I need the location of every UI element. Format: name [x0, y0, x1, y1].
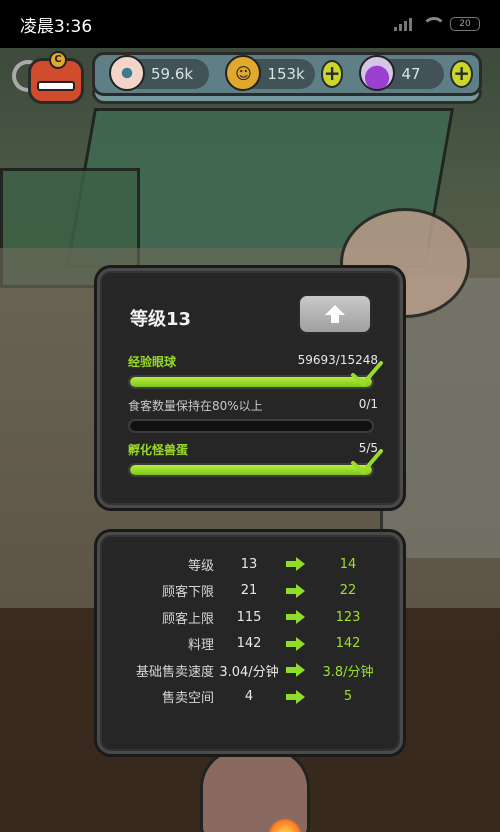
signal-icon [394, 17, 412, 31]
progress-bar [128, 419, 374, 433]
restaurant-logo-icon: C [28, 51, 84, 104]
stat-next: 14 [339, 556, 357, 572]
status-time: 凌晨3:36 [20, 16, 93, 37]
coin-badge-icon: C [49, 51, 67, 69]
stat-row: 顾客下限 21 22 [118, 578, 388, 605]
coin-count: 153k [267, 65, 305, 83]
eye-resource: 59.6k [109, 55, 210, 91]
stat-row: 顾客上限 115 123 [118, 604, 388, 631]
progress-bar [128, 375, 374, 389]
coin-resource: ☺ 153k [225, 55, 315, 91]
stat-next: 142 [335, 636, 361, 652]
requirement-label: 食客数量保持在80%以上 [128, 399, 263, 413]
potion-count: 47 [401, 65, 421, 83]
resource-bar: 59.6k ☺ 153k + 47 + [92, 52, 482, 96]
stat-name: 顾客下限 [161, 585, 214, 601]
eyeball-icon [109, 55, 145, 91]
level-title: 等级13 [130, 309, 192, 330]
requirement-label: 经验眼球 [128, 355, 177, 369]
arrow-right-icon [284, 610, 308, 625]
stat-current: 13 [240, 556, 258, 572]
restaurant-menu-button[interactable]: C [6, 51, 90, 106]
potion-icon [359, 55, 396, 91]
battery-icon: 20 [450, 17, 480, 31]
arrow-up-icon [325, 305, 345, 323]
requirement-row: 孵化怪兽蛋 5/5 [128, 441, 378, 477]
add-coins-button[interactable]: + [320, 60, 344, 88]
requirement-row: 经验眼球 59693/15248 [128, 353, 378, 389]
stat-name: 基础售卖速度 [135, 664, 214, 680]
stat-current: 3.04/分钟 [219, 664, 279, 680]
arrow-right-icon [284, 689, 308, 704]
coin-icon: ☺ [225, 55, 262, 91]
stat-next: 3.8/分钟 [322, 664, 374, 680]
requirement-count: 0/1 [358, 397, 378, 411]
stat-current: 115 [236, 609, 262, 625]
arrow-right-icon [284, 663, 308, 678]
battery-level: 20 [459, 19, 471, 29]
stat-current: 21 [240, 583, 258, 599]
stat-row: 基础售卖速度 3.04/分钟 3.8/分钟 [118, 657, 388, 684]
potion-resource: 47 [359, 55, 445, 91]
stats-panel: 等级 13 14 顾客下限 21 22 顾客上限 115 123 料理 142 … [97, 532, 403, 754]
add-potions-button[interactable]: + [450, 60, 473, 88]
stat-name: 等级 [187, 558, 214, 574]
stat-next: 123 [335, 609, 361, 625]
arrow-right-icon [284, 557, 308, 572]
stat-next: 5 [343, 689, 353, 705]
requirement-row: 食客数量保持在80%以上 0/1 [128, 397, 378, 433]
stat-current: 4 [244, 689, 254, 705]
stat-next: 22 [339, 583, 357, 599]
progress-bar [128, 463, 374, 477]
stat-name: 售卖空间 [161, 691, 214, 707]
status-bar: 凌晨3:36 20 [0, 0, 500, 48]
arrow-right-icon [284, 636, 308, 651]
check-icon [350, 447, 384, 477]
stat-current: 142 [236, 636, 262, 652]
check-icon [350, 359, 384, 389]
stat-name: 顾客上限 [161, 611, 214, 627]
requirement-label: 孵化怪兽蛋 [128, 443, 189, 457]
level-up-panel: 等级13 经验眼球 59693/15248 食客数量保持在80%以上 0/1 孵… [97, 268, 403, 508]
stat-row: 料理 142 142 [118, 631, 388, 658]
eye-count: 59.6k [151, 65, 194, 83]
arrow-right-icon [284, 583, 308, 598]
stat-row: 售卖空间 4 5 [118, 684, 388, 711]
stats-table: 等级 13 14 顾客下限 21 22 顾客上限 115 123 料理 142 … [118, 551, 388, 710]
wifi-icon [422, 17, 446, 31]
stat-name: 料理 [187, 638, 214, 654]
stat-row: 等级 13 14 [118, 551, 388, 578]
upgrade-button[interactable] [297, 293, 373, 335]
